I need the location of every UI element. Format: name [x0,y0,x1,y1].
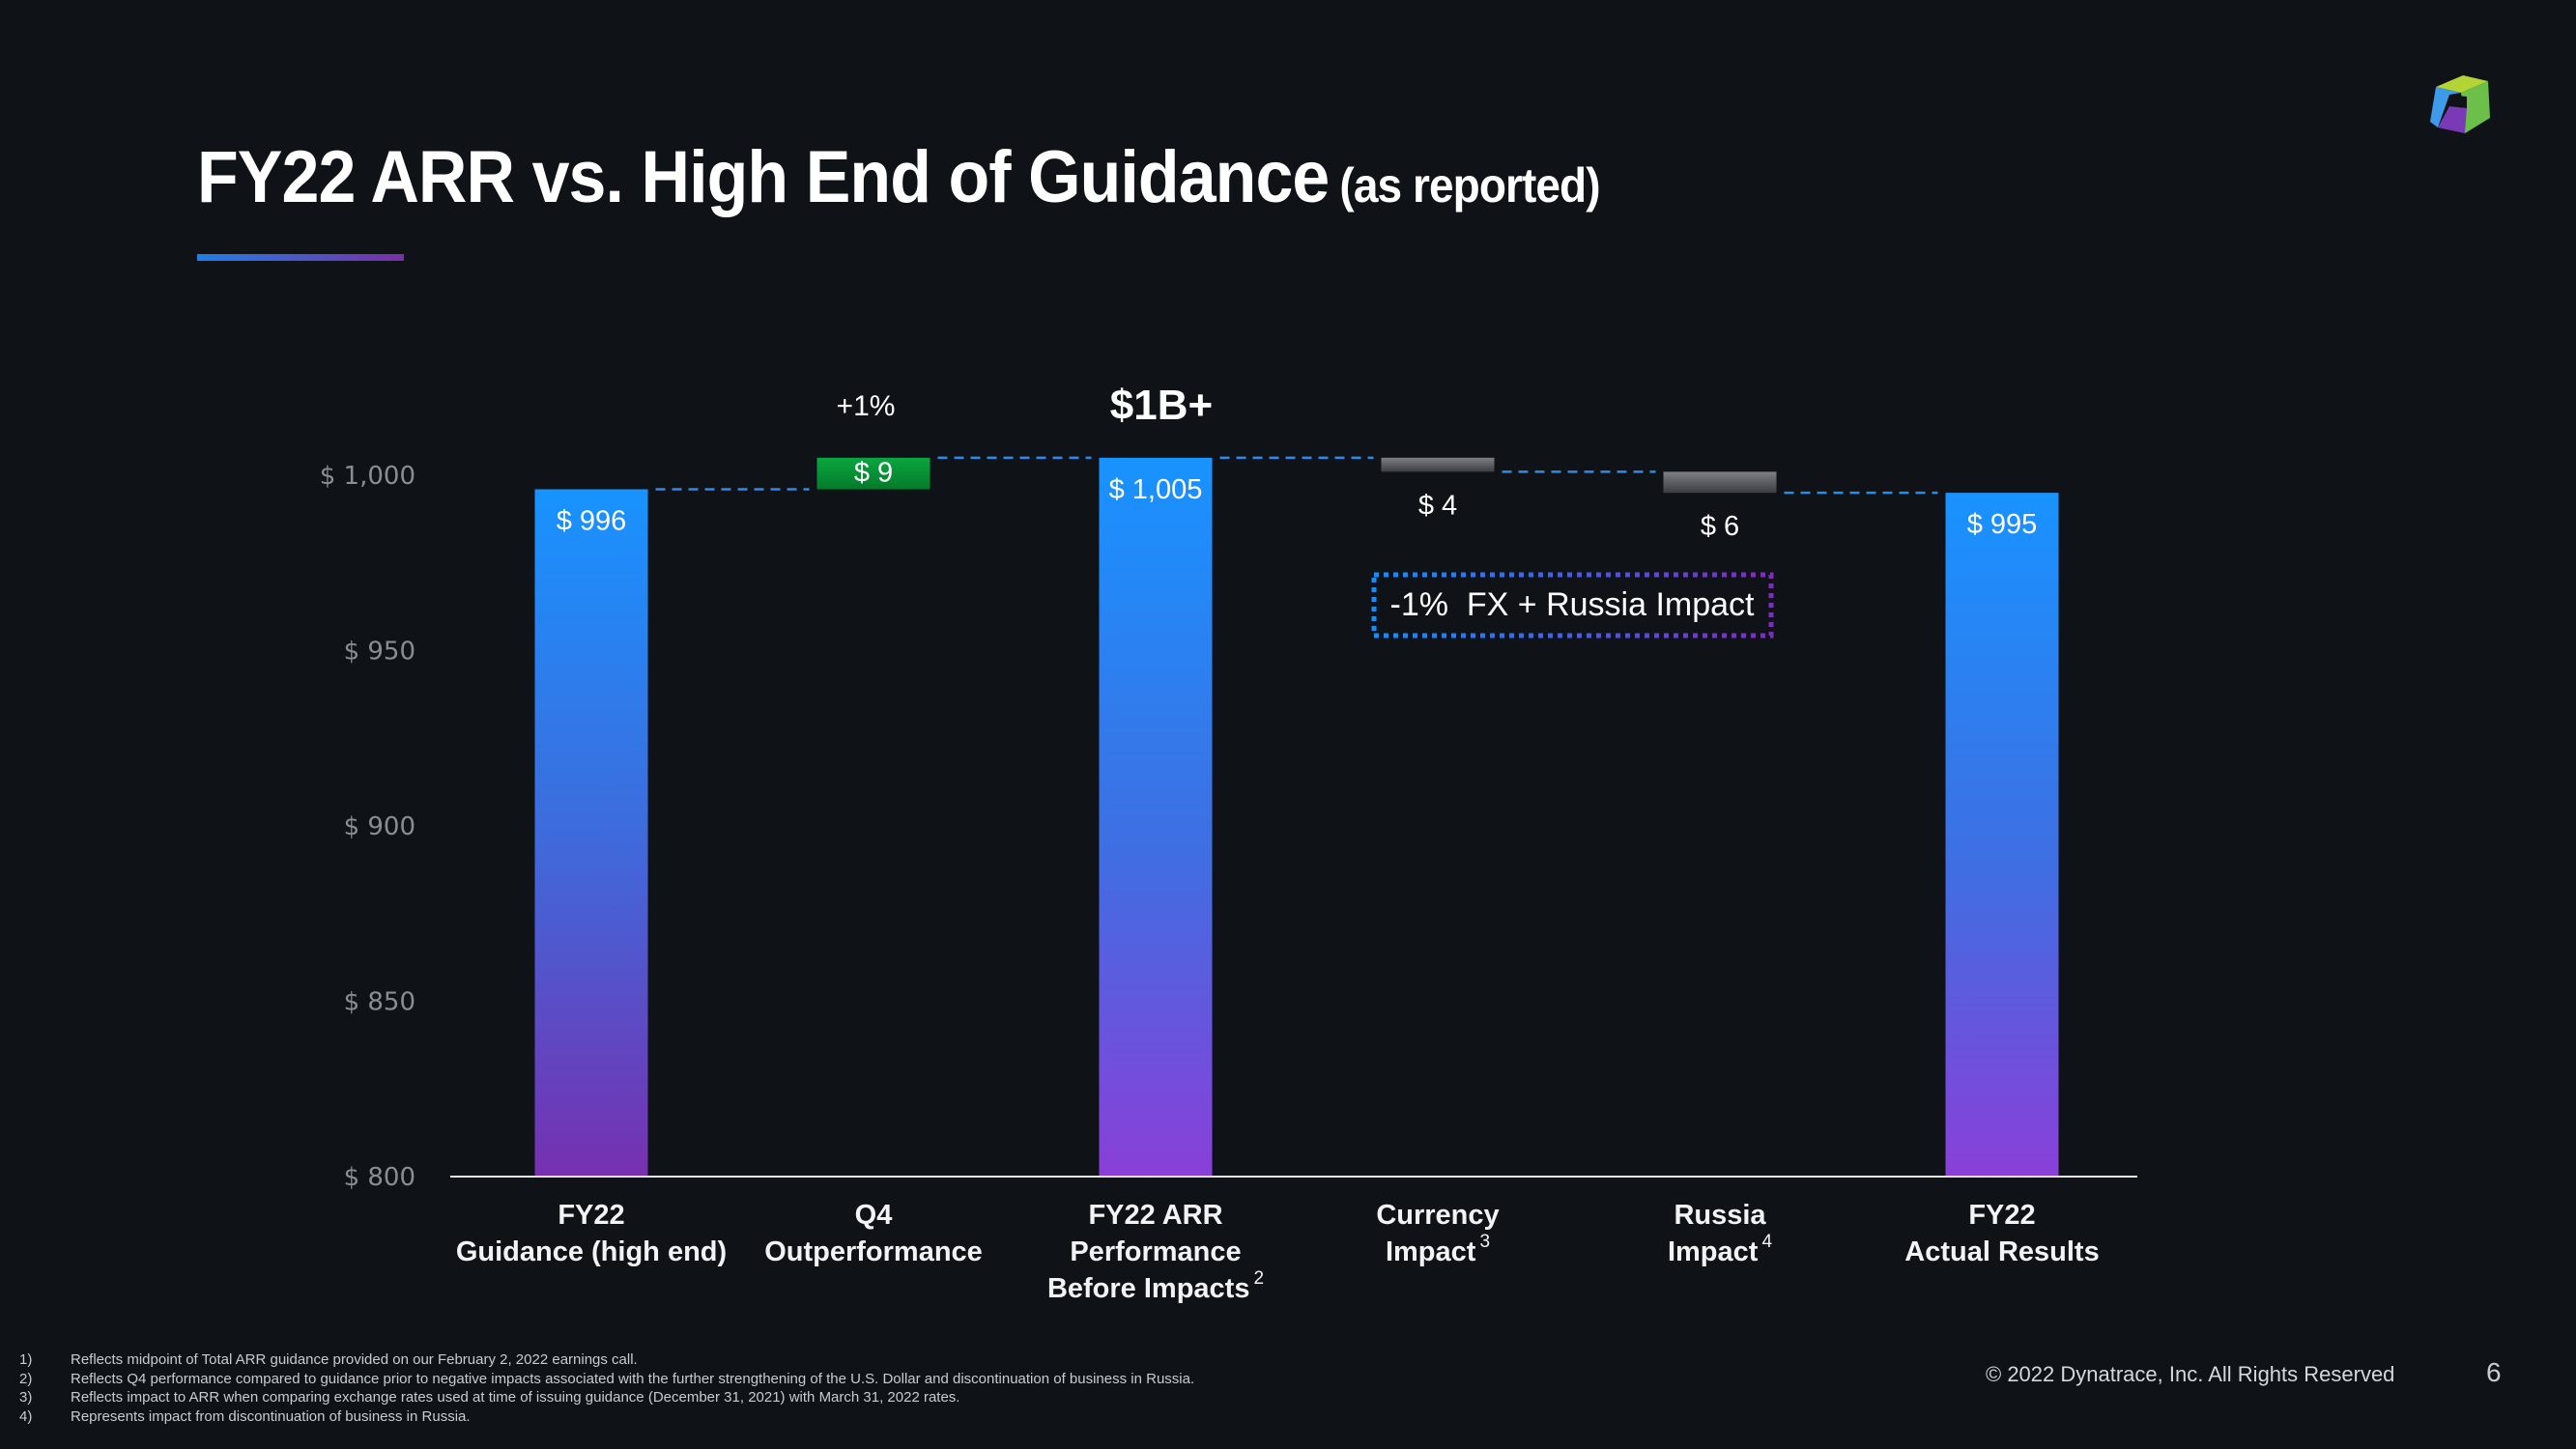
footnote-3: 3) Reflects impact to ARR when comparing … [19,1389,960,1406]
total-bar [1945,493,2059,1177]
footnotes: 1) Reflects midpoint of Total ARR guidanc… [19,1350,1194,1426]
footnote-4: 4) Represents impact from discontinuation… [19,1407,471,1425]
bar-value-label: $ 9 [854,458,893,489]
bar-value-label: $ 6 [1701,511,1739,542]
bar-value-label: $ 996 [557,506,627,537]
total-bar [1099,457,1213,1178]
x-category-label: FY22 Guidance (high end) [456,1200,727,1267]
one-billion-annotation: $1B+ [1110,382,1213,429]
decrease-bar [1663,471,1777,494]
x-category-label: Currency Impact 3 [1376,1200,1499,1267]
decrease-bar [1381,457,1495,472]
x-category-label: FY22 ARR Performance Before Impacts 2 [1047,1200,1264,1304]
x-category-label: Russia Impact 4 [1668,1200,1772,1267]
total-bar [534,489,648,1177]
y-tick-label: $ 850 [344,988,415,1017]
bar-value-label: $ 1,005 [1109,474,1203,505]
copyright-notice: © 2022 Dynatrace, Inc. All Rights Reserv… [1986,1362,2395,1386]
fx-russia-impact-callout: -1% FX + Russia Impact [1389,585,1755,623]
x-category-label: Q4 Outperformance [764,1200,983,1267]
page-number: 6 [2486,1357,2502,1387]
bar-value-label: $ 995 [1967,509,2038,540]
waterfall-chart: $ 800 $ 850 $ 900 $ 950 $ 1,000 $ 996 $ 9 $ 1,… [320,382,2137,1304]
x-category-label: FY22 Actual Results [1904,1200,2099,1267]
y-tick-label: $ 1,000 [320,462,415,491]
y-tick-label: $ 800 [344,1163,415,1192]
bar-value-label: $ 4 [1418,490,1457,521]
y-tick-label: $ 900 [344,812,415,841]
y-tick-label: $ 950 [344,638,415,667]
footnote-2: 2) Reflects Q4 performance compared to gu… [19,1370,1195,1387]
percent-annotation: +1% [837,390,896,422]
footnote-1: 1) Reflects midpoint of Total ARR guidanc… [19,1351,638,1368]
